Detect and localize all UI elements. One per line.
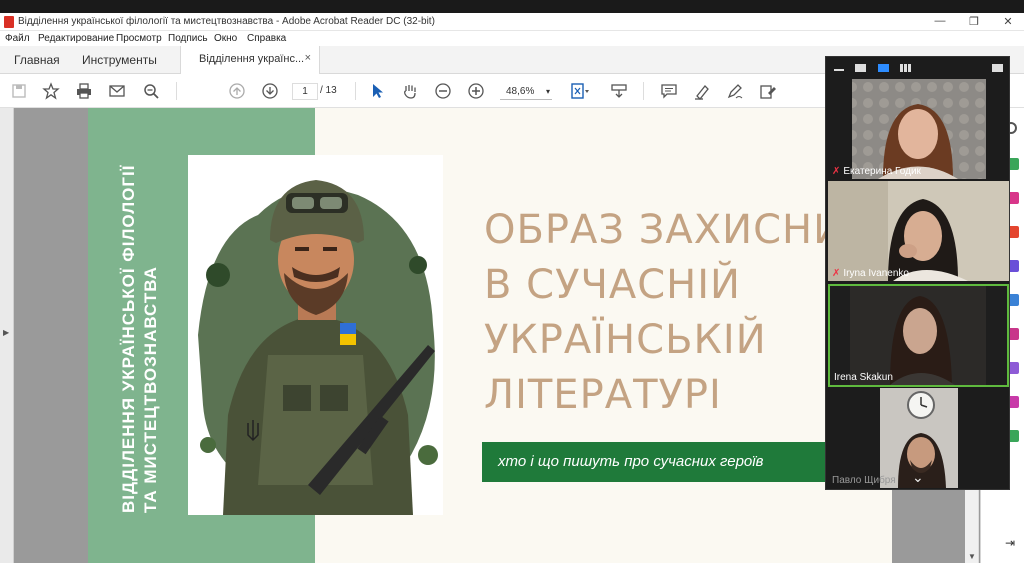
- participant-tile[interactable]: ✗ Iryna Ivanenko: [828, 181, 1009, 281]
- print-icon[interactable]: [75, 82, 93, 100]
- menu-help[interactable]: Справка: [247, 33, 286, 44]
- page-total: / 13: [320, 85, 337, 96]
- expand-pane-icon[interactable]: ⇥: [1005, 536, 1015, 550]
- top-black-bar: [0, 0, 1024, 13]
- page-up-icon[interactable]: [228, 82, 246, 100]
- participant-name-label: Irena Skakun: [834, 372, 893, 383]
- gallery-view-icon[interactable]: [900, 64, 911, 72]
- toolbar-divider: [176, 82, 177, 100]
- speaker-view-icon[interactable]: [855, 64, 866, 72]
- menu-window[interactable]: Окно: [214, 33, 237, 44]
- search-zoom-icon[interactable]: [142, 82, 160, 100]
- scroll-mode-icon[interactable]: [610, 82, 628, 100]
- toolbar-divider: [643, 82, 644, 100]
- vertical-title-line2: ТА МИСТЕЦТВОЗНАВСТВА: [141, 266, 160, 513]
- maximize-button[interactable]: ❐: [964, 15, 984, 28]
- pdf-page: ВІДДІЛЕННЯ УКРАЇНСЬКОЇ ФІЛОЛОГІЇ ТА МИСТ…: [88, 108, 901, 563]
- muted-mic-icon: ✗: [832, 166, 841, 177]
- tab-document[interactable]: Відділення украïнс... ×: [180, 46, 320, 75]
- video-panel-footer: ⌄: [826, 469, 1011, 489]
- email-icon[interactable]: [108, 82, 126, 100]
- zoom-in-icon[interactable]: [467, 82, 485, 100]
- tab-home[interactable]: Главная: [14, 46, 60, 74]
- participant-name-label: ✗ Iryna Ivanenko: [832, 268, 909, 279]
- menu-sign[interactable]: Подпись: [168, 33, 208, 44]
- hand-tool-icon[interactable]: [401, 82, 419, 100]
- participant-tile[interactable]: ✗ Екатерина Годик: [828, 79, 1009, 179]
- video-call-panel: ✗Екатерина Годик ✗Iryna Ivanenko Irena: [825, 56, 1010, 490]
- window-titlebar: Відділення української філології та мист…: [0, 13, 1024, 31]
- page-down-icon[interactable]: [261, 82, 279, 100]
- bookmark-star-icon[interactable]: [42, 82, 60, 100]
- participant-tile-active[interactable]: Irena Skakun: [828, 284, 1009, 387]
- exit-panel-icon[interactable]: [992, 64, 1003, 72]
- vertical-title-line1: ВІДДІЛЕННЯ УКРАЇНСЬКОЇ ФІЛОЛОГІЇ: [119, 164, 138, 513]
- left-panel-toggle[interactable]: ▶: [0, 108, 14, 563]
- muted-mic-icon: ✗: [832, 268, 841, 279]
- acrobat-icon: [4, 16, 14, 28]
- menu-bar: Файл Редактирование Просмотр Подпись Окн…: [0, 31, 1024, 46]
- participant-name-label: ✗ Екатерина Годик: [832, 166, 921, 177]
- zoom-level-select[interactable]: 48,6% ▾: [500, 83, 552, 100]
- menu-file[interactable]: Файл: [5, 33, 30, 44]
- chevron-right-icon: ▶: [3, 328, 10, 337]
- tab-tools[interactable]: Инструменты: [82, 46, 157, 74]
- tab-document-label: Відділення украïнс...: [199, 53, 305, 65]
- menu-view[interactable]: Просмотр: [116, 33, 162, 44]
- close-window-button[interactable]: ✕: [998, 15, 1018, 28]
- participant-video: [830, 286, 1007, 385]
- slide-subtitle: хто і що пишуть про сучасних героїв: [482, 442, 832, 482]
- toolbar-divider: [355, 82, 356, 100]
- participant-video: [828, 79, 1009, 179]
- save-icon[interactable]: [10, 82, 28, 100]
- zoom-out-icon[interactable]: [434, 82, 452, 100]
- strip-view-icon[interactable]: [878, 64, 889, 72]
- scroll-down-arrow[interactable]: ▼: [968, 552, 976, 561]
- highlight-pen-icon[interactable]: [693, 82, 711, 100]
- window-title: Відділення української філології та мист…: [18, 16, 435, 27]
- page-fit-icon[interactable]: [569, 82, 589, 100]
- chevron-down-icon: ▾: [545, 87, 550, 96]
- video-panel-header: [826, 57, 1011, 79]
- fill-sign-icon[interactable]: [759, 82, 777, 100]
- page-number-input[interactable]: 1: [292, 83, 318, 100]
- menu-edit[interactable]: Редактирование: [38, 33, 114, 44]
- show-more-chevron-icon[interactable]: ⌄: [912, 469, 924, 486]
- select-cursor-icon[interactable]: [368, 82, 386, 100]
- tab-close-icon[interactable]: ×: [305, 52, 311, 64]
- comment-icon[interactable]: [660, 82, 678, 100]
- sign-pen-icon[interactable]: [726, 82, 744, 100]
- minimize-panel-icon[interactable]: [834, 69, 844, 71]
- zoom-level-value: 48,6%: [506, 86, 535, 97]
- soldier-illustration: [188, 155, 443, 515]
- participant-video: [828, 181, 1009, 281]
- screen: Відділення української філології та мист…: [0, 0, 1024, 563]
- slide-vertical-title: ВІДДІЛЕННЯ УКРАЇНСЬКОЇ ФІЛОЛОГІЇ ТА МИСТ…: [118, 165, 162, 513]
- minimize-button[interactable]: —: [930, 15, 950, 27]
